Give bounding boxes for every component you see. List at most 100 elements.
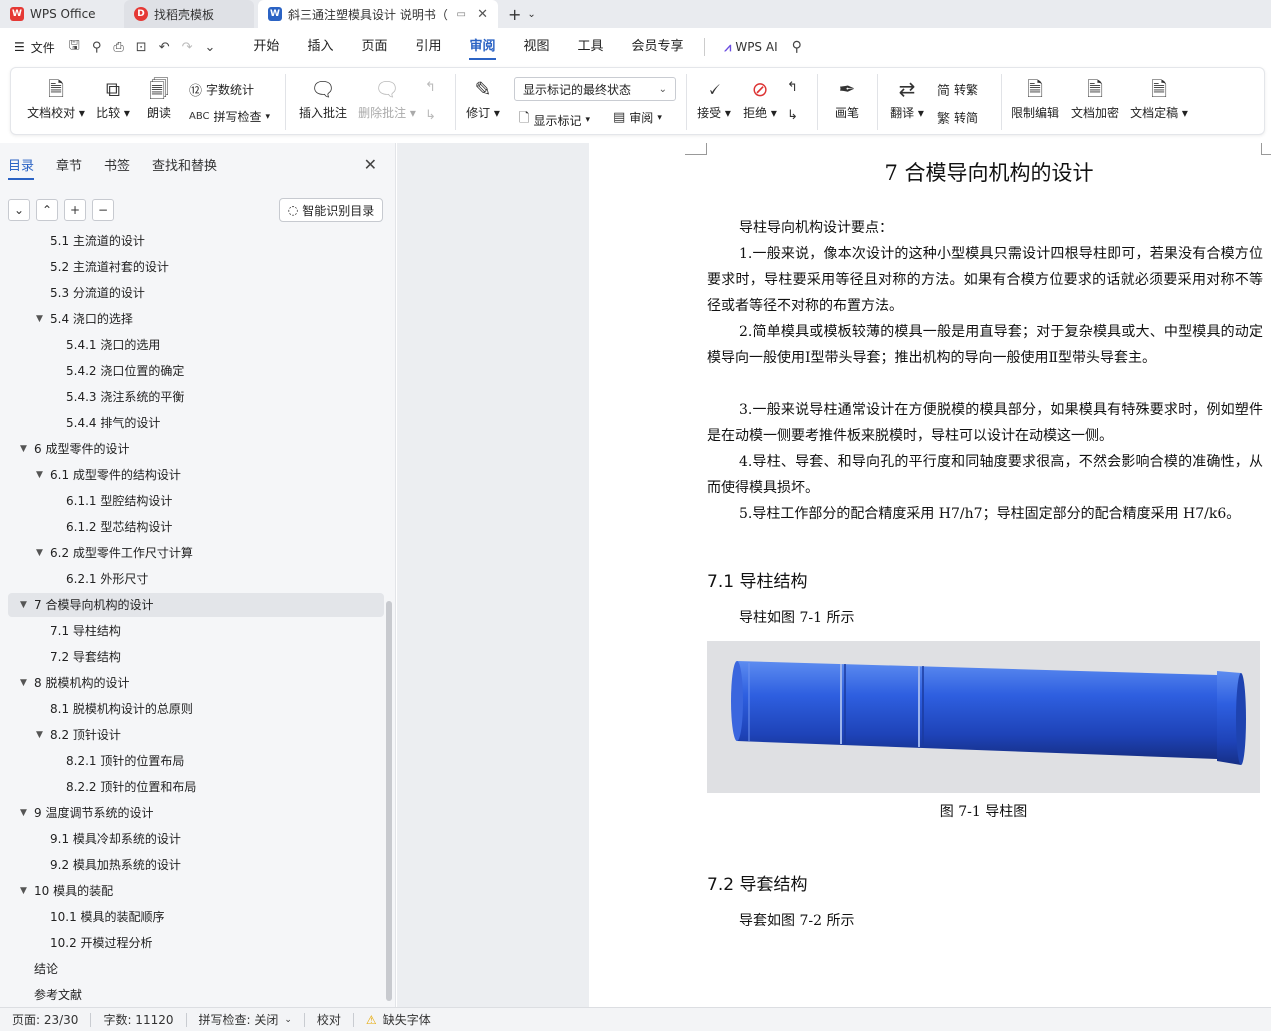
expand-caret-icon[interactable]: ▼ (20, 437, 27, 461)
print-preview-icon[interactable]: ⊡ (136, 40, 147, 55)
menu-tab-home[interactable]: 开始 (239, 28, 293, 66)
wps-ai-button[interactable]: ⩘ WPS AI (725, 40, 778, 55)
expand-caret-icon[interactable]: ▼ (20, 801, 27, 825)
next-change-button[interactable]: ↳ (787, 108, 802, 123)
nav-tab-toc[interactable]: 目录 (8, 155, 35, 180)
expand-caret-icon[interactable]: ▼ (20, 671, 27, 695)
tab-wps-office[interactable]: W WPS Office (0, 0, 120, 28)
toc-item[interactable]: ▼ 8 脱模机构的设计 (8, 671, 384, 695)
reject-button[interactable]: ⊘ 拒绝 ▾ (741, 76, 779, 121)
finalize-button[interactable]: 🗎 文档定稿 ▾ (1127, 76, 1191, 121)
tab-template[interactable]: D 找稻壳模板 (124, 0, 254, 28)
redo-icon[interactable]: ↷ (182, 40, 193, 55)
toc-item[interactable]: ▼ 5.4 浇口的选择 (8, 307, 384, 331)
toc-item[interactable]: 10.1 模具的装配顺序 (8, 905, 384, 929)
toc-item[interactable]: ▼ 10 模具的装配 (8, 879, 384, 903)
previous-comment-button[interactable]: ↰ (425, 80, 440, 95)
delete-comment-button[interactable]: 🗨 删除批注 ▾ (355, 76, 419, 121)
toc-item[interactable]: 7.2 导套结构 (8, 645, 384, 669)
restrict-edit-button[interactable]: 🗎 限制编辑 (1007, 76, 1063, 121)
expand-caret-icon[interactable]: ▼ (20, 593, 27, 617)
search-icon[interactable]: ⚲ (792, 39, 802, 55)
menu-tab-tools[interactable]: 工具 (564, 28, 618, 66)
toc-item[interactable]: 5.4.2 浇口位置的确定 (8, 359, 384, 383)
toc-item[interactable]: ▼ 6.2 成型零件工作尺寸计算 (8, 541, 384, 565)
add-heading-button[interactable]: + (64, 199, 86, 221)
page-indicator[interactable]: 页面: 23/30 (0, 1011, 90, 1028)
toc-item[interactable]: 结论 (8, 957, 384, 981)
tab-document[interactable]: W 斜三通注塑模具设计 说明书（ ▭ ✕ (258, 0, 498, 28)
previous-change-button[interactable]: ↰ (787, 80, 802, 95)
nav-tab-bookmarks[interactable]: 书签 (104, 155, 130, 180)
toc-item[interactable]: 5.3 分流道的设计 (8, 281, 384, 305)
to-simplified-button[interactable]: 繁 转简 (937, 108, 978, 127)
pen-button[interactable]: ✒ 画笔 (829, 76, 865, 121)
toc-item[interactable]: 6.1.2 型芯结构设计 (8, 515, 384, 539)
menu-tab-insert[interactable]: 插入 (293, 28, 347, 66)
accept-button[interactable]: 🗸 接受 ▾ (695, 76, 733, 121)
markup-state-select[interactable]: 显示标记的最终状态 ⌄ (514, 77, 676, 101)
toc-item[interactable]: 5.4.1 浇口的选用 (8, 333, 384, 357)
compare-button[interactable]: ⧉ 比较 ▾ (93, 76, 133, 121)
print-icon[interactable]: ⎙ (113, 40, 123, 55)
spell-check-button[interactable]: ABC 拼写检查 ▾ (189, 108, 270, 125)
monitor-icon[interactable]: ▭ (457, 9, 466, 20)
toc-item[interactable]: ▼ 9 温度调节系统的设计 (8, 801, 384, 825)
insert-comment-button[interactable]: 🗨 插入批注 (295, 76, 351, 121)
expand-caret-icon[interactable]: ▼ (36, 541, 43, 565)
toc-item[interactable]: 5.1 主流道的设计 (8, 233, 384, 253)
save-icon[interactable]: 🖫 (69, 36, 80, 58)
close-tab-icon[interactable]: ✕ (477, 7, 488, 22)
menu-tab-review[interactable]: 审阅 (455, 28, 509, 66)
toc-item[interactable]: ▼ 6 成型零件的设计 (8, 437, 384, 461)
word-count-indicator[interactable]: 字数: 11120 (91, 1011, 185, 1028)
menu-tab-page[interactable]: 页面 (347, 28, 401, 66)
translate-button[interactable]: ⇄ 翻译 ▾ (885, 76, 929, 121)
expand-caret-icon[interactable]: ▼ (20, 879, 27, 903)
nav-tab-chapters[interactable]: 章节 (56, 155, 82, 180)
encrypt-button[interactable]: 🗎 文档加密 (1067, 76, 1123, 121)
revise-button[interactable]: ✎ 修订 ▾ (463, 76, 503, 121)
menu-tab-references[interactable]: 引用 (401, 28, 455, 66)
next-comment-button[interactable]: ↳ (425, 108, 440, 123)
toc-item[interactable]: 5.4.4 排气的设计 (8, 411, 384, 435)
toc-item[interactable]: 5.4.3 浇注系统的平衡 (8, 385, 384, 409)
toc-item[interactable]: ▼ 8.2 顶针设计 (8, 723, 384, 747)
toc-item[interactable]: ▼ 7 合模导向机构的设计 (8, 593, 384, 617)
word-count-button[interactable]: ⑫ 字数统计 (189, 80, 254, 99)
proofread-button[interactable]: 🗎 文档校对 ▾ (25, 76, 87, 121)
toc-item[interactable]: 7.1 导柱结构 (8, 619, 384, 643)
spell-check-status[interactable]: 拼写检查: 关闭 ⌄ (187, 1011, 304, 1028)
toc-item[interactable]: 参考文献 (8, 983, 384, 1007)
more-chevron-icon[interactable]: ⌄ (205, 40, 216, 55)
menu-tab-member[interactable]: 会员专享 (618, 28, 698, 66)
toc-item[interactable]: 6.2.1 外形尺寸 (8, 567, 384, 591)
toc-item[interactable]: 8.2.2 顶针的位置和布局 (8, 775, 384, 799)
toc-item[interactable]: ▼ 6.1 成型零件的结构设计 (8, 463, 384, 487)
toc-item[interactable]: 9.2 模具加热系统的设计 (8, 853, 384, 877)
to-traditional-button[interactable]: 简 转繁 (937, 80, 978, 99)
expand-caret-icon[interactable]: ▼ (36, 463, 43, 487)
missing-font-status[interactable]: ⚠ 缺失字体 (354, 1011, 443, 1028)
expand-caret-icon[interactable]: ▼ (36, 307, 43, 331)
toc-item[interactable]: 5.2 主流道衬套的设计 (8, 255, 384, 279)
format-painter-icon[interactable]: ⚲ (92, 40, 102, 55)
toc-item[interactable]: 9.1 模具冷却系统的设计 (8, 827, 384, 851)
proof-status[interactable]: 校对 (305, 1011, 353, 1028)
remove-heading-button[interactable]: − (92, 199, 114, 221)
smart-toc-button[interactable]: ◌ 智能识别目录 (279, 198, 383, 222)
undo-icon[interactable]: ↶ (159, 40, 170, 55)
close-pane-icon[interactable]: ✕ (364, 155, 377, 174)
chevron-down-icon[interactable]: ⌄ (527, 9, 535, 20)
file-menu-button[interactable]: ☰ 文件 (14, 39, 55, 56)
expand-down-button[interactable]: ⌄ (8, 199, 30, 221)
read-aloud-button[interactable]: 🗐 朗读 (141, 76, 177, 121)
toc-item[interactable]: 10.2 开模过程分析 (8, 931, 384, 955)
menu-tab-view[interactable]: 视图 (510, 28, 564, 66)
review-pane-button[interactable]: ▤ 审阅 ▾ (613, 109, 662, 126)
toc-item[interactable]: 8.1 脱模机构设计的总原则 (8, 697, 384, 721)
nav-tab-find-replace[interactable]: 查找和替换 (152, 155, 217, 180)
show-markup-button[interactable]: 🗋 显示标记 ▾ (519, 109, 590, 131)
toc-scrollbar[interactable] (386, 601, 392, 1001)
collapse-up-button[interactable]: ⌃ (36, 199, 58, 221)
